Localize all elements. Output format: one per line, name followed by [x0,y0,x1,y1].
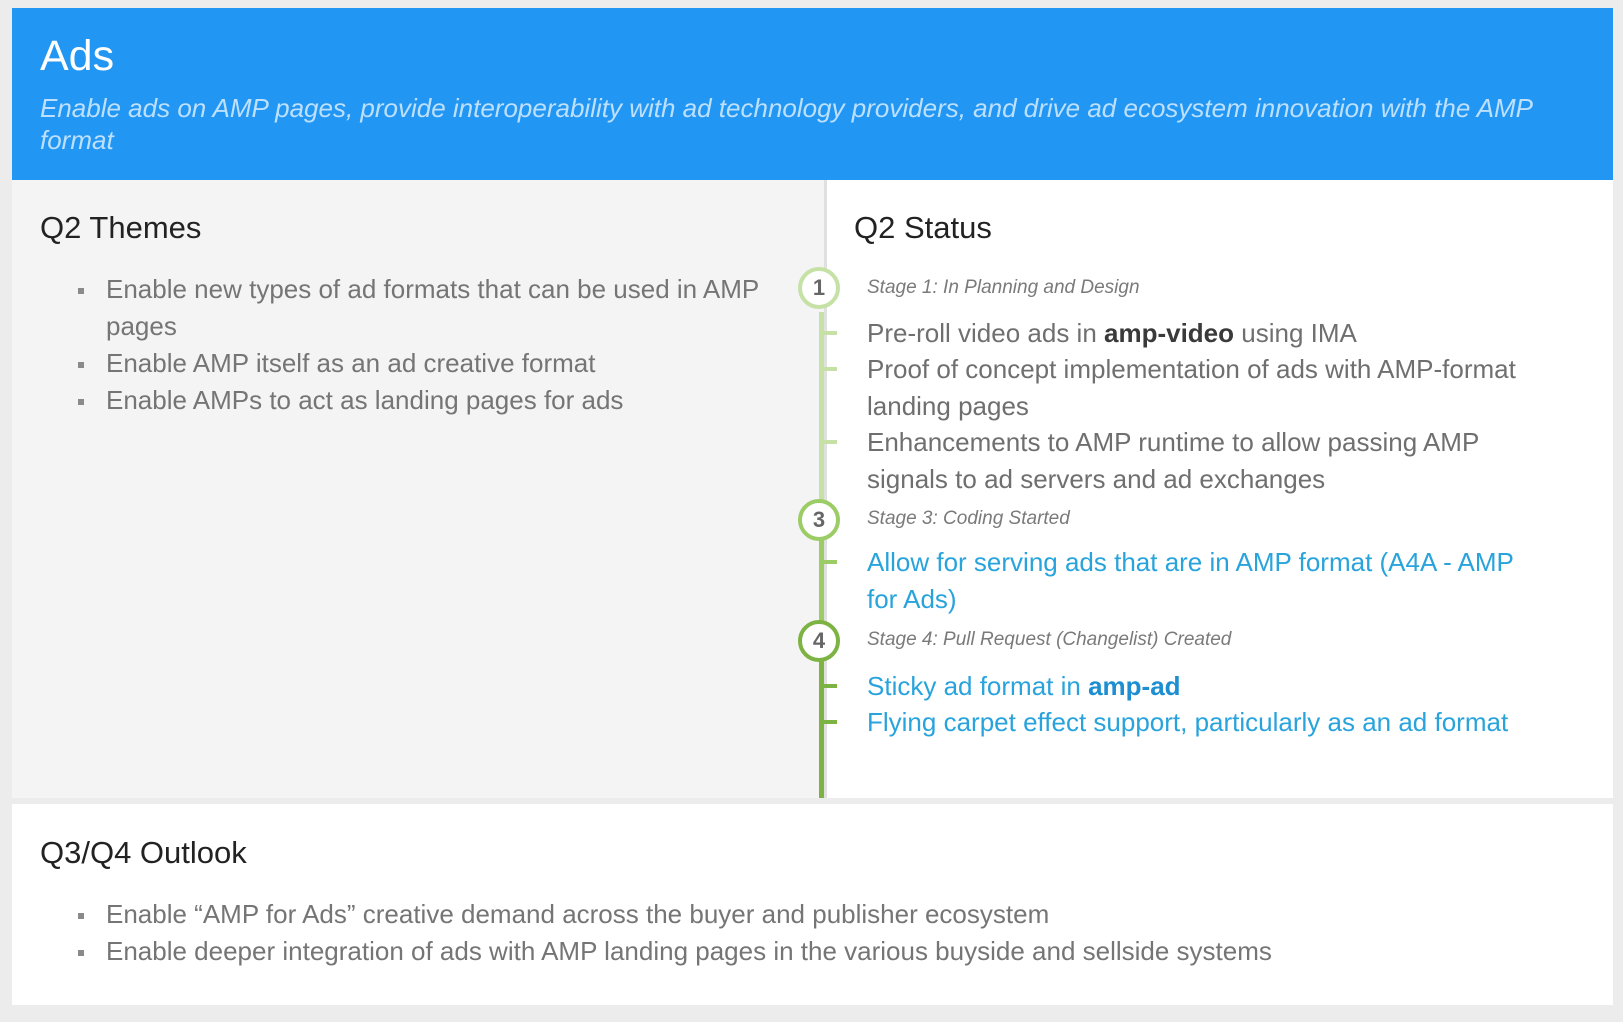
list-item-text: Enable deeper integration of ads with AM… [106,936,1272,966]
status-item: Allow for serving ads that are in AMP fo… [867,547,1514,614]
list-item-text: Enable “AMP for Ads” creative demand acr… [106,899,1050,929]
bullet-square-icon [78,950,84,956]
timeline-rail-stage-1 [819,312,824,520]
q2-themes-title: Q2 Themes [40,210,202,245]
timeline-tick [824,684,837,688]
status-item: Sticky ad format in amp-ad [867,671,1181,701]
ads-roadmap-card: Ads Enable ads on AMP pages, provide int… [12,8,1613,1005]
timeline-tick [824,331,837,335]
list-item-text: Enable AMP itself as an ad creative form… [106,348,596,378]
stage-1-badge: 1 [798,267,840,309]
status-item: Pre-roll video ads in amp-video using IM… [867,318,1357,348]
outlook-title: Q3/Q4 Outlook [40,835,247,870]
timeline-tick [824,440,837,444]
timeline-tick [824,720,837,724]
header-banner: Ads Enable ads on AMP pages, provide int… [12,8,1613,180]
status-item: Flying carpet effect support, particular… [867,707,1509,737]
page-title: Ads [40,32,115,80]
list-item-text: Enable AMPs to act as landing pages for … [106,385,624,415]
status-item: Enhancements to AMP runtime to allow pas… [867,427,1479,494]
list-item: Enable deeper integration of ads with AM… [40,933,1540,970]
page-subtitle: Enable ads on AMP pages, provide interop… [40,93,1532,155]
code-term: amp-ad [1088,671,1181,701]
stage-3-badge: 3 [798,499,840,541]
bullet-square-icon [78,913,84,919]
timeline-tick [824,560,837,564]
timeline-rail-stage-4 [819,640,824,798]
bullet-square-icon [78,399,84,405]
list-item: Enable new types of ad formats that can … [40,271,760,345]
list-item: Enable AMP itself as an ad creative form… [40,345,760,382]
outlook-list: Enable “AMP for Ads” creative demand acr… [40,896,1540,970]
q2-themes-panel: Q2 Themes Enable new types of ad formats… [12,180,827,798]
stage-1-label: Stage 1: In Planning and Design [867,277,1140,298]
list-item: Enable AMPs to act as landing pages for … [40,382,760,419]
bullet-square-icon [78,288,84,294]
code-term: amp-video [1104,318,1235,348]
status-item: Proof of concept implementation of ads w… [867,354,1516,421]
timeline-tick [824,367,837,371]
q3-q4-outlook-panel: Q3/Q4 Outlook Enable “AMP for Ads” creat… [12,804,1613,1005]
list-item: Enable “AMP for Ads” creative demand acr… [40,896,1540,933]
list-item-text: Enable new types of ad formats that can … [106,274,759,341]
stage-4-badge: 4 [798,620,840,662]
stage-4-label: Stage 4: Pull Request (Changelist) Creat… [867,629,1232,650]
bullet-square-icon [78,362,84,368]
stage-3-label: Stage 3: Coding Started [867,508,1070,529]
q2-status-title: Q2 Status [854,210,992,245]
q2-themes-list: Enable new types of ad formats that can … [40,271,760,419]
